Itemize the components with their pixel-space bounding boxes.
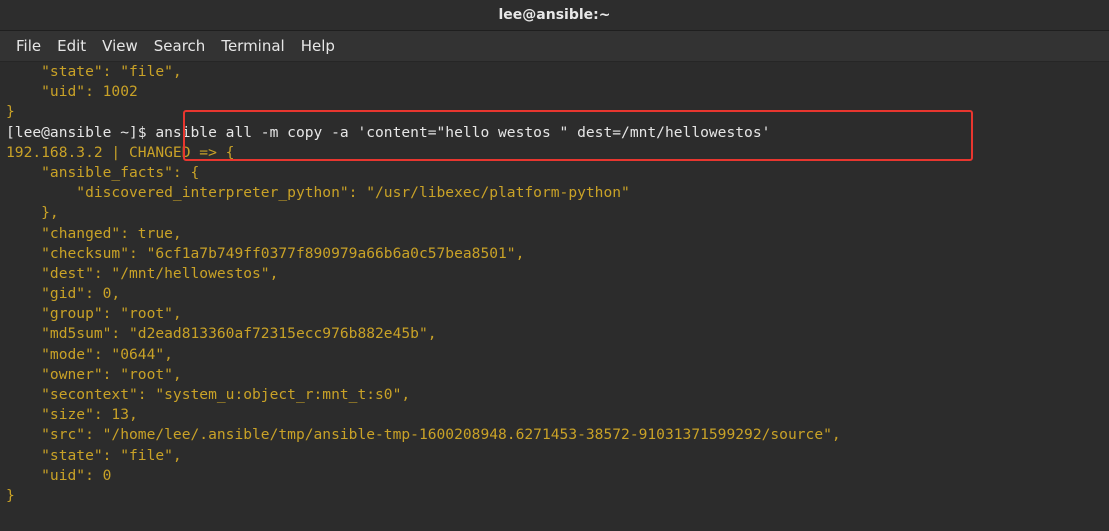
terminal-window: lee@ansible:~ File Edit View Search Term… — [0, 0, 1109, 531]
terminal-line: "gid": 0, — [6, 285, 121, 303]
menu-file[interactable]: File — [8, 37, 49, 55]
menu-help[interactable]: Help — [293, 37, 343, 55]
terminal-line: "uid": 1002 — [6, 83, 138, 101]
terminal-line: "mode": "0644", — [6, 345, 173, 363]
terminal-line: "secontext": "system_u:object_r:mnt_t:s0… — [6, 386, 411, 403]
terminal-line: "ansible_facts": { — [6, 163, 200, 181]
window-title: lee@ansible:~ — [498, 7, 611, 23]
menu-view[interactable]: View — [94, 37, 146, 55]
terminal-line: }, — [6, 204, 59, 222]
terminal-line: "dest": "/mnt/hellowestos", — [6, 264, 279, 282]
menu-edit[interactable]: Edit — [49, 37, 94, 55]
terminal-line: "owner": "root", — [6, 365, 182, 383]
menu-bar: File Edit View Search Terminal Help — [0, 31, 1109, 62]
terminal-line: "uid": 0 — [6, 466, 112, 484]
title-bar[interactable]: lee@ansible:~ — [0, 0, 1109, 31]
terminal-output[interactable]: "state": "file", "uid": 1002} [lee@ansibl… — [0, 62, 1109, 531]
terminal-line: "src": "/home/lee/.ansible/tmp/ansible-t… — [6, 426, 841, 444]
terminal-line: "state": "file", — [6, 63, 182, 80]
terminal-line: } — [6, 103, 15, 121]
menu-terminal[interactable]: Terminal — [213, 37, 292, 55]
terminal-line: "state": "file", — [6, 446, 182, 464]
terminal-line: } — [6, 486, 15, 504]
terminal-line: "size": 13, — [6, 406, 138, 424]
terminal-line: "checksum": "6cf1a7b749ff0377f890979a66b… — [6, 244, 525, 262]
terminal-line: [lee@ansible ~]$ ansible all -m copy -a … — [6, 123, 771, 141]
menu-search[interactable]: Search — [146, 37, 214, 55]
terminal-line: "changed": true, — [6, 224, 182, 242]
terminal-line: "md5sum": "d2ead813360af72315ecc976b882e… — [6, 325, 437, 343]
terminal-line: "group": "root", — [6, 305, 182, 323]
terminal-line: 192.168.3.2 | CHANGED => { — [6, 143, 235, 161]
terminal-line: "discovered_interpreter_python": "/usr/l… — [6, 184, 630, 202]
